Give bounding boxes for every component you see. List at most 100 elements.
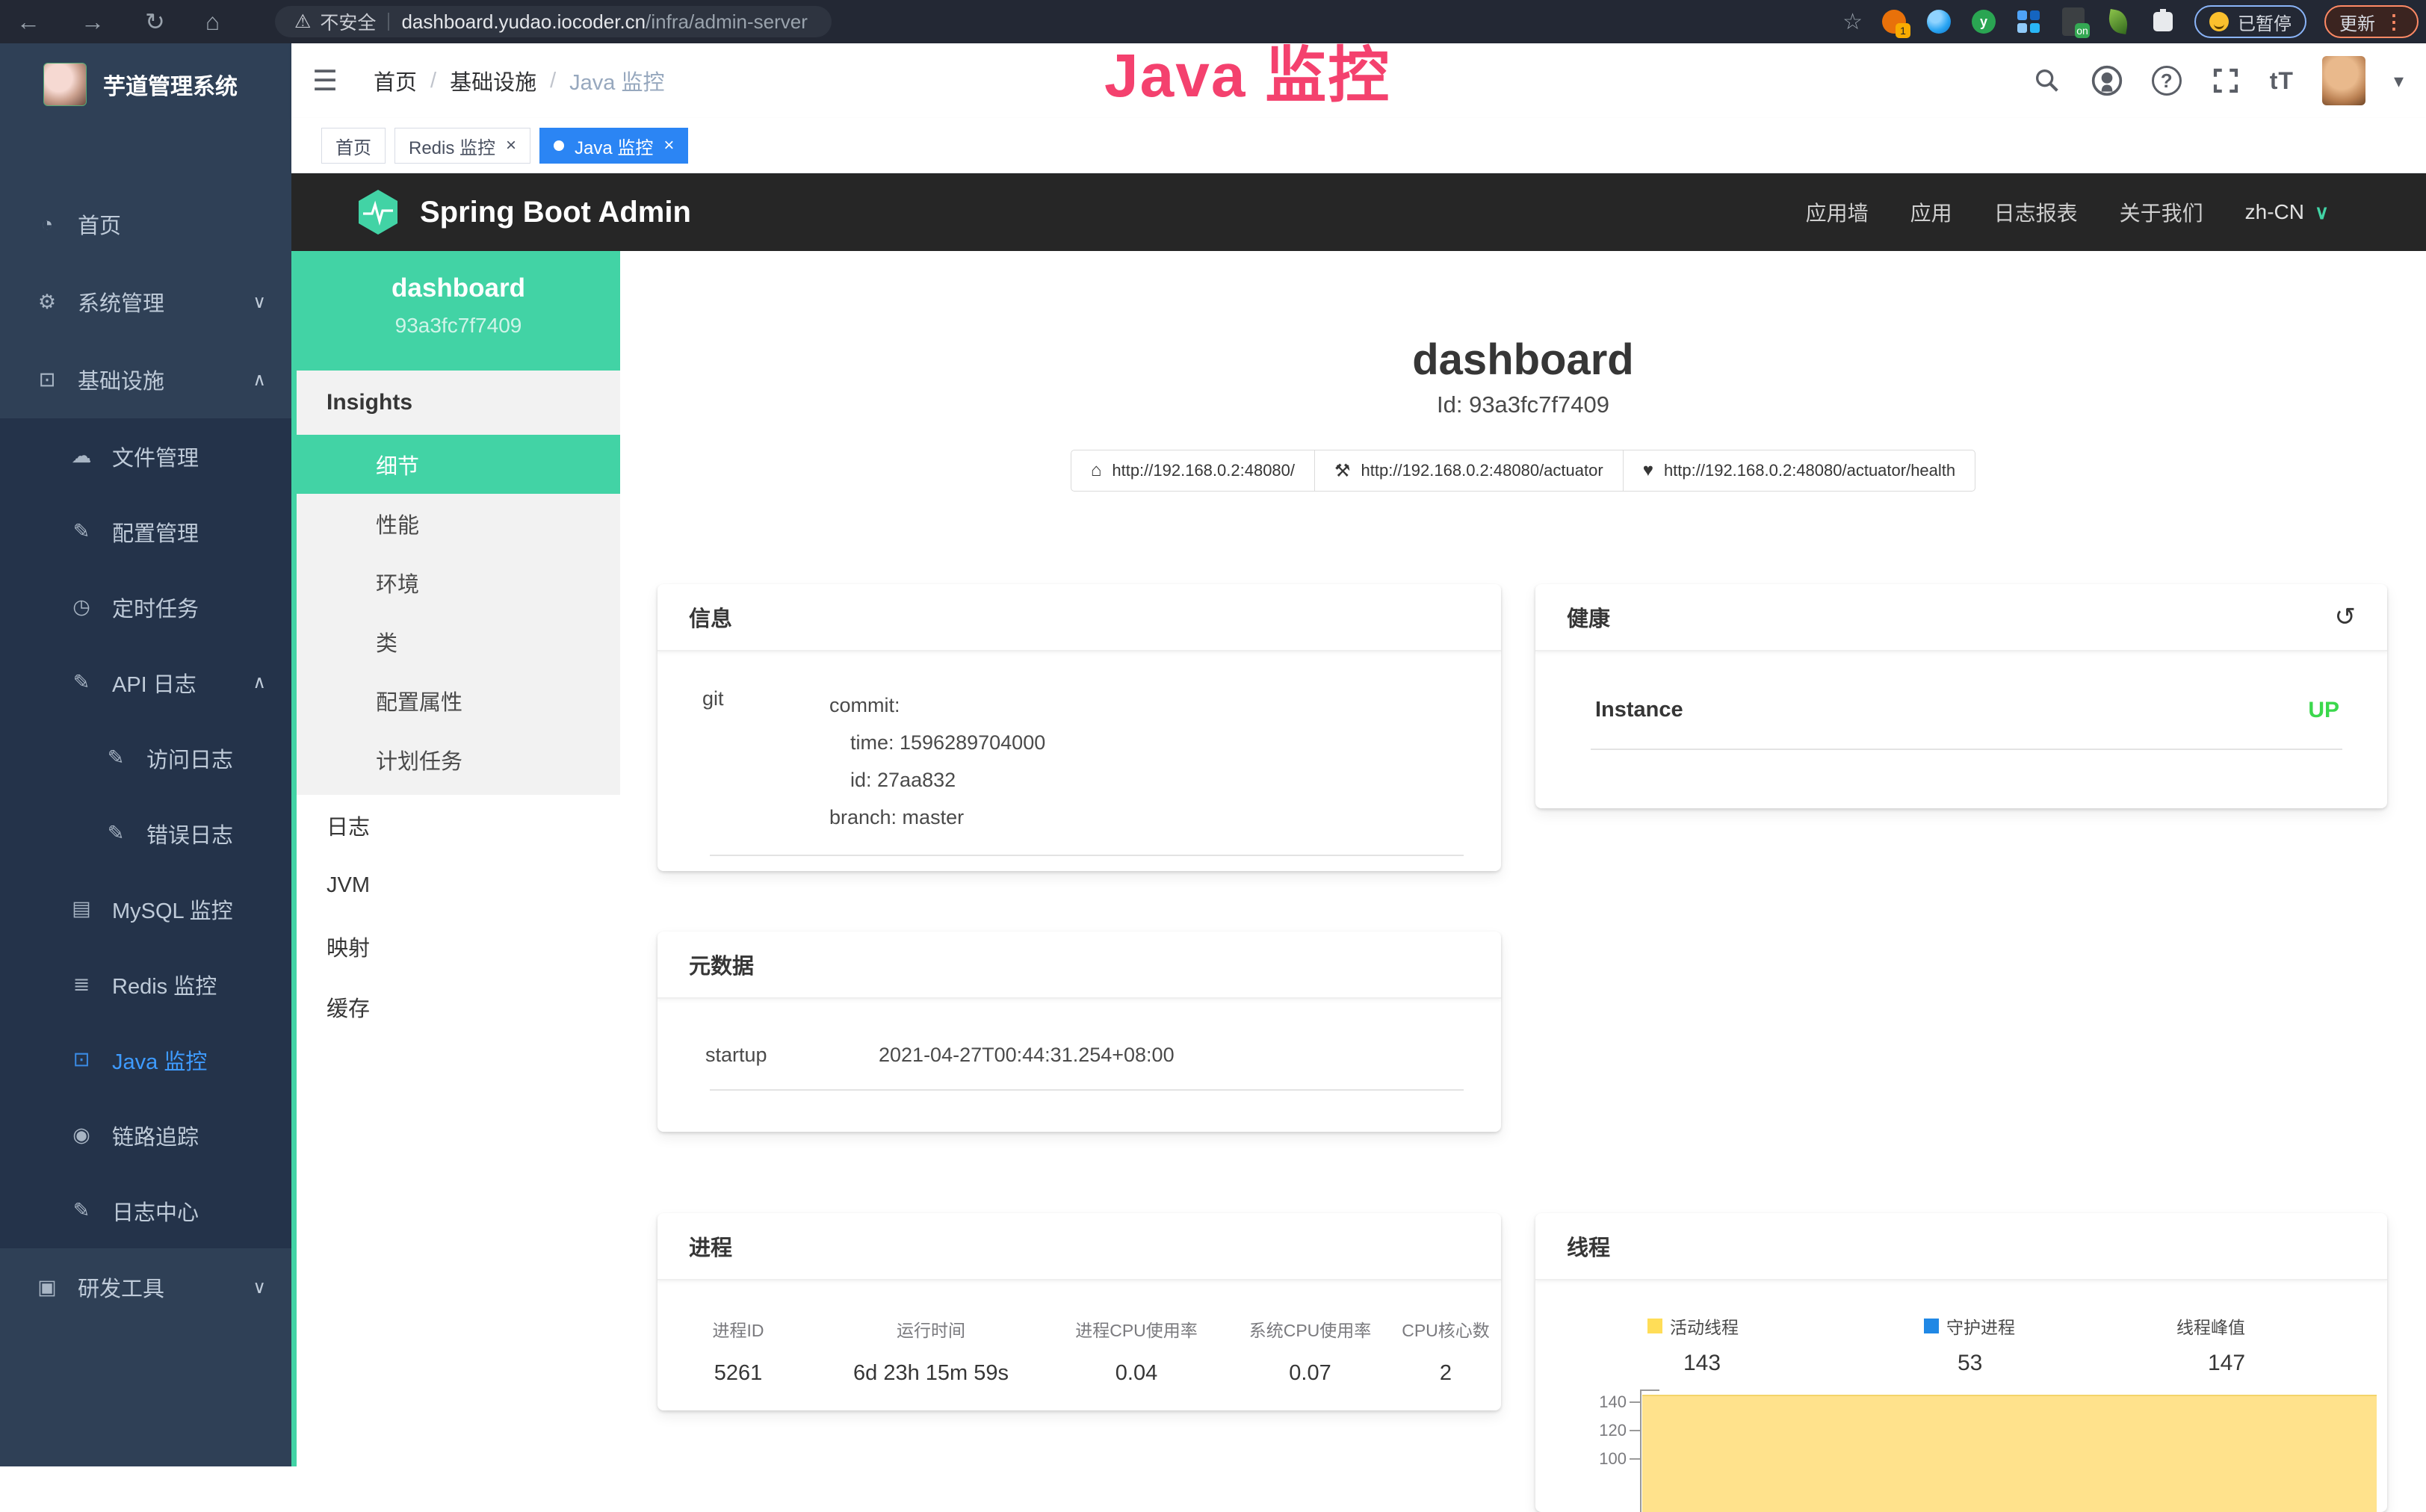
- sidebar-item-label: 日志中心: [112, 1195, 199, 1227]
- sba-item-caches[interactable]: 缓存: [297, 976, 620, 1037]
- health-instance-label: Instance: [1595, 698, 1683, 723]
- sba-brand[interactable]: Spring Boot Admin: [354, 173, 691, 251]
- extension-leaf-icon[interactable]: [2105, 8, 2132, 35]
- col-system-cpu: 系统CPU使用率: [1230, 1316, 1390, 1342]
- sba-item-details[interactable]: 细节: [297, 435, 620, 494]
- sidebar-item-java-monitor[interactable]: ⊡ Java 监控: [0, 1022, 291, 1097]
- browser-forward-icon[interactable]: →: [81, 8, 105, 36]
- app-logo-row[interactable]: 芋道管理系统: [0, 43, 291, 126]
- url-host: dashboard.yudao.iocoder.cn: [401, 10, 646, 33]
- sidebar-item-access-logs[interactable]: ✎ 访问日志: [0, 720, 291, 796]
- sba-sidebar: dashboard 93a3fc7f7409 Insights 细节 性能 环境…: [291, 251, 620, 1466]
- sidebar-item-system-mgmt[interactable]: ⚙ 系统管理 ∨: [0, 263, 291, 341]
- extension-y-icon[interactable]: y: [1970, 8, 1997, 35]
- sba-nav-about[interactable]: 关于我们: [2120, 197, 2203, 227]
- tag-home[interactable]: 首页: [321, 128, 386, 164]
- log-icon: ✎: [103, 822, 129, 845]
- sidebar-item-redis-monitor[interactable]: ≣ Redis 监控: [0, 946, 291, 1022]
- sba-item-scheduled[interactable]: 计划任务: [297, 730, 620, 789]
- browser-menu-dots-icon[interactable]: ⋮: [2384, 10, 2404, 34]
- paused-label: 已暂停: [2238, 9, 2292, 35]
- sba-nav-journal[interactable]: 日志报表: [1994, 197, 2078, 227]
- tags-view-bar: 首页 Redis 监控 × Java 监控 ×: [291, 118, 2426, 173]
- browser-reload-icon[interactable]: ↻: [145, 7, 165, 36]
- sidebar-item-scheduled-tasks[interactable]: ◷ 定时任务: [0, 569, 291, 645]
- sidebar-item-dev-tools[interactable]: ▣ 研发工具 ∨: [0, 1248, 291, 1326]
- chevron-up-icon: ∧: [253, 369, 266, 391]
- sidebar-item-log-center[interactable]: ✎ 日志中心: [0, 1173, 291, 1248]
- sba-item-mappings[interactable]: 映射: [297, 916, 620, 976]
- legend-daemon-threads: 守护进程: [1924, 1313, 2015, 1339]
- sidebar-item-file-mgmt[interactable]: ☁ 文件管理: [0, 418, 291, 494]
- tag-label: 首页: [335, 133, 371, 159]
- sba-header: Spring Boot Admin 应用墙 应用 日志报表 关于我们 zh-CN…: [291, 173, 2426, 251]
- col-uptime: 运行时间: [819, 1316, 1043, 1342]
- browser-back-icon[interactable]: ←: [16, 8, 40, 36]
- cloud-upload-icon: ☁: [69, 444, 94, 468]
- sidebar-item-error-logs[interactable]: ✎ 错误日志: [0, 796, 291, 871]
- extension-on-badge-icon[interactable]: on: [2060, 8, 2087, 35]
- breadcrumb-home[interactable]: 首页: [374, 65, 417, 96]
- sba-language-select[interactable]: zh-CN ∨: [2245, 200, 2329, 224]
- close-icon[interactable]: ×: [506, 135, 516, 156]
- update-chrome-button[interactable]: 更新 ⋮: [2324, 5, 2419, 38]
- font-size-icon[interactable]: tT: [2270, 67, 2294, 95]
- extension-ubuntu-icon[interactable]: 1: [1881, 8, 1907, 35]
- fullscreen-icon[interactable]: [2210, 65, 2241, 96]
- avatar-caret-icon[interactable]: ▾: [2394, 69, 2404, 93]
- sidebar-item-tracing[interactable]: ◉ 链路追踪: [0, 1097, 291, 1173]
- actuator-url-button[interactable]: ⚒ http://192.168.0.2:48080/actuator: [1314, 450, 1624, 492]
- sidebar-item-home[interactable]: ◔ 首页: [0, 185, 291, 263]
- extensions-puzzle-icon[interactable]: [2150, 8, 2176, 35]
- sidebar-item-label: API 日志: [112, 667, 197, 698]
- github-icon[interactable]: [2091, 64, 2123, 97]
- tag-java-monitor[interactable]: Java 监控 ×: [539, 128, 688, 164]
- breadcrumb: 首页 / 基础设施 / Java 监控: [374, 43, 664, 118]
- sidebar-item-api-logs[interactable]: ✎ API 日志 ∧: [0, 645, 291, 720]
- yellow-swatch-icon: [1647, 1319, 1662, 1333]
- chevron-down-icon: ∨: [253, 291, 266, 313]
- sba-nav-applications[interactable]: 应用: [1910, 197, 1952, 227]
- sba-item-classes[interactable]: 类: [297, 612, 620, 671]
- profile-paused-chip[interactable]: 已暂停: [2194, 5, 2306, 38]
- extension-pin-icon[interactable]: [1925, 8, 1952, 35]
- address-bar[interactable]: ⚠ 不安全 dashboard.yudao.iocoder.cn/infra/a…: [275, 6, 832, 37]
- health-status-badge: UP: [2308, 698, 2339, 723]
- close-icon[interactable]: ×: [663, 135, 674, 156]
- sba-item-config-props[interactable]: 配置属性: [297, 671, 620, 730]
- browser-home-icon[interactable]: ⌂: [205, 8, 220, 36]
- search-icon[interactable]: [2032, 66, 2062, 96]
- hamburger-icon[interactable]: ☰: [312, 64, 338, 98]
- sba-item-logging[interactable]: 日志: [297, 795, 620, 855]
- user-avatar[interactable]: [2322, 56, 2365, 105]
- sidebar-item-label: 配置管理: [112, 516, 199, 548]
- sba-item-environment[interactable]: 环境: [297, 553, 620, 612]
- sidebar-item-label: 基础设施: [78, 364, 164, 395]
- instance-links: ⌂ http://192.168.0.2:48080/ ⚒ http://192…: [620, 450, 2426, 492]
- y-axis-top-tick: [1640, 1389, 1659, 1391]
- sidebar-item-mysql-monitor[interactable]: ▤ MySQL 监控: [0, 871, 291, 946]
- sidebar-item-config-mgmt[interactable]: ✎ 配置管理: [0, 494, 291, 569]
- process-card: 进程 进程ID 运行时间 进程CPU使用率 系统CPU使用率 CPU核心数 52…: [657, 1213, 1501, 1410]
- sidebar-item-infrastructure[interactable]: ⊡ 基础设施 ∧: [0, 341, 291, 418]
- breadcrumb-infrastructure[interactable]: 基础设施: [450, 65, 536, 96]
- sidebar-item-label: 错误日志: [146, 818, 233, 849]
- row-divider: [710, 855, 1464, 856]
- chevron-down-icon: ∨: [253, 1277, 266, 1298]
- service-url-button[interactable]: ⌂ http://192.168.0.2:48080/: [1071, 450, 1315, 492]
- health-url-button[interactable]: ♥ http://192.168.0.2:48080/actuator/heal…: [1623, 450, 1975, 492]
- app-sidebar: 芋道管理系统 ◔ 首页 ⚙ 系统管理 ∨ ⊡ 基础设施 ∧ ☁ 文件管理 ✎ 配…: [0, 43, 291, 1466]
- sba-item-metrics[interactable]: 性能: [297, 494, 620, 553]
- instance-title: dashboard: [620, 335, 2426, 385]
- history-icon[interactable]: ↺: [2335, 602, 2357, 632]
- sba-item-jvm[interactable]: JVM: [297, 855, 620, 916]
- sba-nav-wallboard[interactable]: 应用墙: [1806, 197, 1869, 227]
- extension-grid-icon[interactable]: [2015, 8, 2042, 35]
- tag-redis-monitor[interactable]: Redis 监控 ×: [394, 128, 530, 164]
- help-icon[interactable]: ?: [2152, 66, 2182, 96]
- chevron-down-icon: ∨: [2315, 201, 2329, 224]
- breadcrumb-current: Java 监控: [569, 65, 664, 96]
- info-git-value: commit: time: 1596289704000 id: 27aa832 …: [829, 687, 1045, 837]
- bookmark-star-icon[interactable]: ☆: [1842, 9, 1863, 35]
- info-card-title: 信息: [689, 601, 732, 633]
